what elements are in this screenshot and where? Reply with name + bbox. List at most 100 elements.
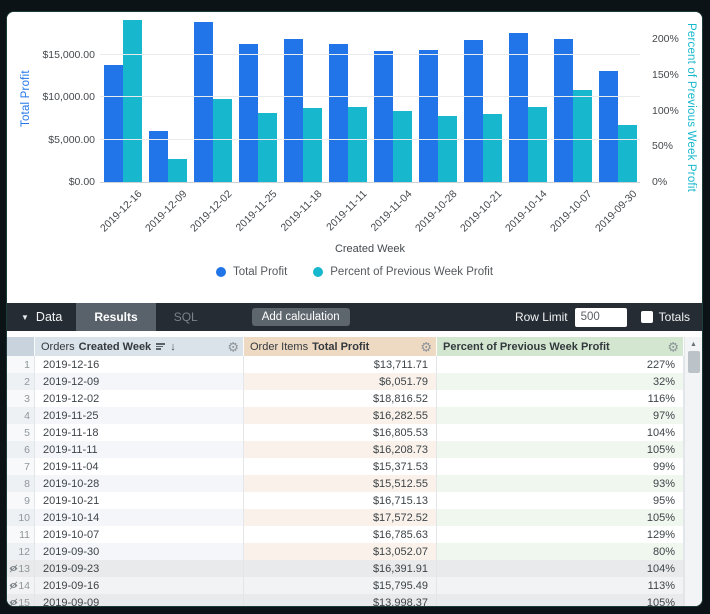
cell-created-week[interactable]: 2019-09-23 (35, 560, 244, 577)
bar-percent-prev-week[interactable] (618, 125, 637, 182)
cell-created-week[interactable]: 2019-12-16 (35, 356, 244, 373)
bar-total-profit[interactable] (374, 51, 393, 182)
bar-group (100, 15, 145, 182)
cell-percent-prev-week[interactable]: 227% (437, 356, 684, 373)
left-tick-label: $10,000.00 (7, 91, 95, 103)
bar-total-profit[interactable] (599, 71, 618, 182)
eye-slash-icon[interactable] (8, 563, 19, 577)
bar-percent-prev-week[interactable] (393, 111, 412, 182)
cell-percent-prev-week[interactable]: 105% (437, 594, 684, 606)
cell-total-profit[interactable]: $13,711.71 (244, 356, 437, 373)
tab-results[interactable]: Results (76, 303, 155, 331)
cell-total-profit[interactable]: $16,391.91 (244, 560, 437, 577)
bar-total-profit[interactable] (284, 39, 303, 182)
cell-percent-prev-week[interactable]: 116% (437, 390, 684, 407)
column-header-percent[interactable]: Percent of Previous Week Profit ⚙ (437, 337, 684, 356)
bar-total-profit[interactable] (329, 44, 348, 182)
cell-created-week[interactable]: 2019-11-04 (35, 458, 244, 475)
bar-total-profit[interactable] (104, 65, 123, 182)
data-section-toggle[interactable]: ▼ Data (7, 303, 76, 331)
cell-total-profit[interactable]: $16,282.55 (244, 407, 437, 424)
cell-created-week[interactable]: 2019-11-11 (35, 441, 244, 458)
cell-total-profit[interactable]: $16,208.73 (244, 441, 437, 458)
cell-total-profit[interactable]: $16,805.53 (244, 424, 437, 441)
bar-total-profit[interactable] (509, 33, 528, 182)
bar-percent-prev-week[interactable] (483, 114, 502, 182)
cell-percent-prev-week[interactable]: 104% (437, 560, 684, 577)
cell-created-week[interactable]: 2019-10-14 (35, 509, 244, 526)
cell-total-profit[interactable]: $17,572.52 (244, 509, 437, 526)
row-number: 9 (7, 492, 35, 509)
bar-percent-prev-week[interactable] (438, 116, 457, 182)
bar-percent-prev-week[interactable] (528, 107, 547, 182)
field-name: Percent of Previous Week Profit (443, 341, 610, 353)
bar-percent-prev-week[interactable] (123, 20, 142, 182)
scrollbar-thumb[interactable] (688, 351, 700, 373)
left-tick-label: $5,000.00 (7, 134, 95, 146)
cell-percent-prev-week[interactable]: 80% (437, 543, 684, 560)
cell-created-week[interactable]: 2019-12-02 (35, 390, 244, 407)
cell-percent-prev-week[interactable]: 93% (437, 475, 684, 492)
bar-percent-prev-week[interactable] (348, 107, 367, 182)
cell-percent-prev-week[interactable]: 95% (437, 492, 684, 509)
bar-percent-prev-week[interactable] (573, 90, 592, 182)
cell-percent-prev-week[interactable]: 105% (437, 509, 684, 526)
x-tick-label: 2019-11-18 (279, 188, 325, 234)
eye-slash-icon[interactable] (8, 580, 19, 594)
gear-icon[interactable]: ⚙ (227, 340, 239, 353)
bar-total-profit[interactable] (239, 44, 258, 182)
x-tick-label: 2019-10-07 (548, 188, 594, 234)
bar-total-profit[interactable] (464, 40, 483, 182)
x-tick-label: 2019-10-28 (413, 188, 459, 234)
legend-item-percent[interactable]: Percent of Previous Week Profit (313, 266, 493, 278)
gear-icon[interactable]: ⚙ (420, 340, 432, 353)
cell-created-week[interactable]: 2019-10-21 (35, 492, 244, 509)
bar-total-profit[interactable] (554, 39, 573, 182)
tab-sql[interactable]: SQL (156, 303, 216, 331)
row-limit-input[interactable] (575, 308, 627, 327)
cell-total-profit[interactable]: $6,051.79 (244, 373, 437, 390)
cell-percent-prev-week[interactable]: 104% (437, 424, 684, 441)
cell-total-profit[interactable]: $15,371.53 (244, 458, 437, 475)
add-calculation-button[interactable]: Add calculation (252, 308, 350, 326)
bar-percent-prev-week[interactable] (213, 99, 232, 182)
cell-created-week[interactable]: 2019-11-18 (35, 424, 244, 441)
cell-total-profit[interactable]: $16,715.13 (244, 492, 437, 509)
cell-created-week[interactable]: 2019-09-30 (35, 543, 244, 560)
cell-percent-prev-week[interactable]: 129% (437, 526, 684, 543)
cell-total-profit[interactable]: $13,998.37 (244, 594, 437, 606)
cell-created-week[interactable]: 2019-09-09 (35, 594, 244, 606)
cell-percent-prev-week[interactable]: 99% (437, 458, 684, 475)
cell-created-week[interactable]: 2019-10-07 (35, 526, 244, 543)
table-scrollbar[interactable]: ▲ (684, 337, 702, 606)
cell-total-profit[interactable]: $13,052.07 (244, 543, 437, 560)
cell-percent-prev-week[interactable]: 105% (437, 441, 684, 458)
cell-total-profit[interactable]: $15,512.55 (244, 475, 437, 492)
x-tick-label: 2019-12-09 (143, 188, 189, 234)
cell-created-week[interactable]: 2019-12-09 (35, 373, 244, 390)
cell-total-profit[interactable]: $16,785.63 (244, 526, 437, 543)
cell-created-week[interactable]: 2019-09-16 (35, 577, 244, 594)
column-header-created-week[interactable]: Orders Created Week ↓ ⚙ (35, 337, 244, 356)
cell-created-week[interactable]: 2019-11-25 (35, 407, 244, 424)
cell-created-week[interactable]: 2019-10-28 (35, 475, 244, 492)
cell-total-profit[interactable]: $18,816.52 (244, 390, 437, 407)
bar-percent-prev-week[interactable] (258, 113, 277, 182)
bar-total-profit[interactable] (419, 50, 438, 182)
cell-total-profit[interactable]: $15,795.49 (244, 577, 437, 594)
cell-percent-prev-week[interactable]: 97% (437, 407, 684, 424)
bar-percent-prev-week[interactable] (303, 108, 322, 182)
results-table: Orders Created Week ↓ ⚙ Order Items Tota… (7, 337, 702, 606)
column-header-total-profit[interactable]: Order Items Total Profit ⚙ (244, 337, 437, 356)
cell-percent-prev-week[interactable]: 32% (437, 373, 684, 390)
bar-total-profit[interactable] (194, 22, 213, 182)
cell-percent-prev-week[interactable]: 113% (437, 577, 684, 594)
legend-item-total-profit[interactable]: Total Profit (216, 266, 287, 278)
bar-percent-prev-week[interactable] (168, 159, 187, 182)
totals-checkbox[interactable] (641, 311, 653, 323)
totals-label: Totals (659, 310, 690, 324)
bar-group (505, 15, 550, 182)
gear-icon[interactable]: ⚙ (667, 340, 679, 353)
eye-slash-icon[interactable] (8, 597, 19, 606)
scroll-up-arrow-icon[interactable]: ▲ (685, 337, 702, 348)
